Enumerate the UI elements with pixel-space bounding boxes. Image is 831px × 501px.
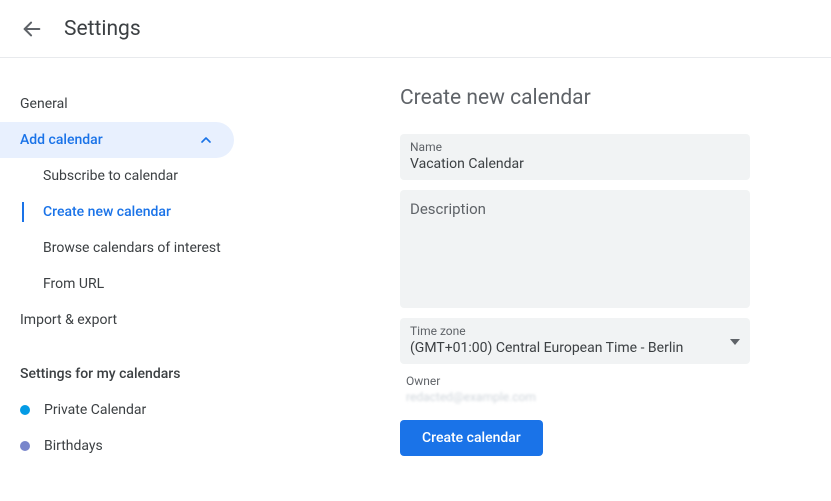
sidebar-item-add-calendar[interactable]: Add calendar xyxy=(0,122,234,158)
sidebar-calendar-private[interactable]: Private Calendar xyxy=(0,392,270,428)
sidebar-sub-subscribe[interactable]: Subscribe to calendar xyxy=(23,158,270,194)
sidebar-calendar-label: Birthdays xyxy=(44,438,103,454)
sidebar-calendar-label: Private Calendar xyxy=(44,402,146,418)
back-arrow-icon[interactable] xyxy=(20,17,44,41)
timezone-value: (GMT+01:00) Central European Time - Berl… xyxy=(410,340,720,356)
sidebar-sub-browse[interactable]: Browse calendars of interest xyxy=(23,230,270,266)
page-title: Create new calendar xyxy=(400,86,791,110)
calendar-dot-icon xyxy=(20,405,30,415)
owner-block: Owner redacted@example.com xyxy=(406,374,791,404)
sidebar: General Add calendar Subscribe to calend… xyxy=(0,58,270,501)
sidebar-sub-from-url[interactable]: From URL xyxy=(23,266,270,302)
timezone-field[interactable]: Time zone (GMT+01:00) Central European T… xyxy=(400,318,750,364)
sidebar-sub-create-new[interactable]: Create new calendar xyxy=(23,194,270,230)
sidebar-calendar-birthdays[interactable]: Birthdays xyxy=(0,428,270,464)
name-label: Name xyxy=(410,140,740,154)
main-content: Create new calendar Name Description Tim… xyxy=(270,58,831,501)
page-title-header: Settings xyxy=(64,17,141,41)
dropdown-arrow-icon xyxy=(730,333,740,349)
calendar-dot-icon xyxy=(20,441,30,451)
owner-value: redacted@example.com xyxy=(406,390,791,404)
sidebar-item-import-export[interactable]: Import & export xyxy=(0,302,270,338)
header: Settings xyxy=(0,0,831,58)
timezone-label: Time zone xyxy=(410,324,720,338)
description-field[interactable]: Description xyxy=(400,190,750,308)
description-label: Description xyxy=(410,196,740,218)
sidebar-heading-my-calendars: Settings for my calendars xyxy=(0,338,270,392)
sidebar-item-label: Add calendar xyxy=(20,132,103,148)
name-input[interactable] xyxy=(410,156,740,172)
sidebar-item-general[interactable]: General xyxy=(0,86,270,122)
owner-label: Owner xyxy=(406,374,791,388)
create-calendar-button[interactable]: Create calendar xyxy=(400,420,543,456)
name-field[interactable]: Name xyxy=(400,134,750,180)
chevron-up-icon xyxy=(198,132,214,148)
